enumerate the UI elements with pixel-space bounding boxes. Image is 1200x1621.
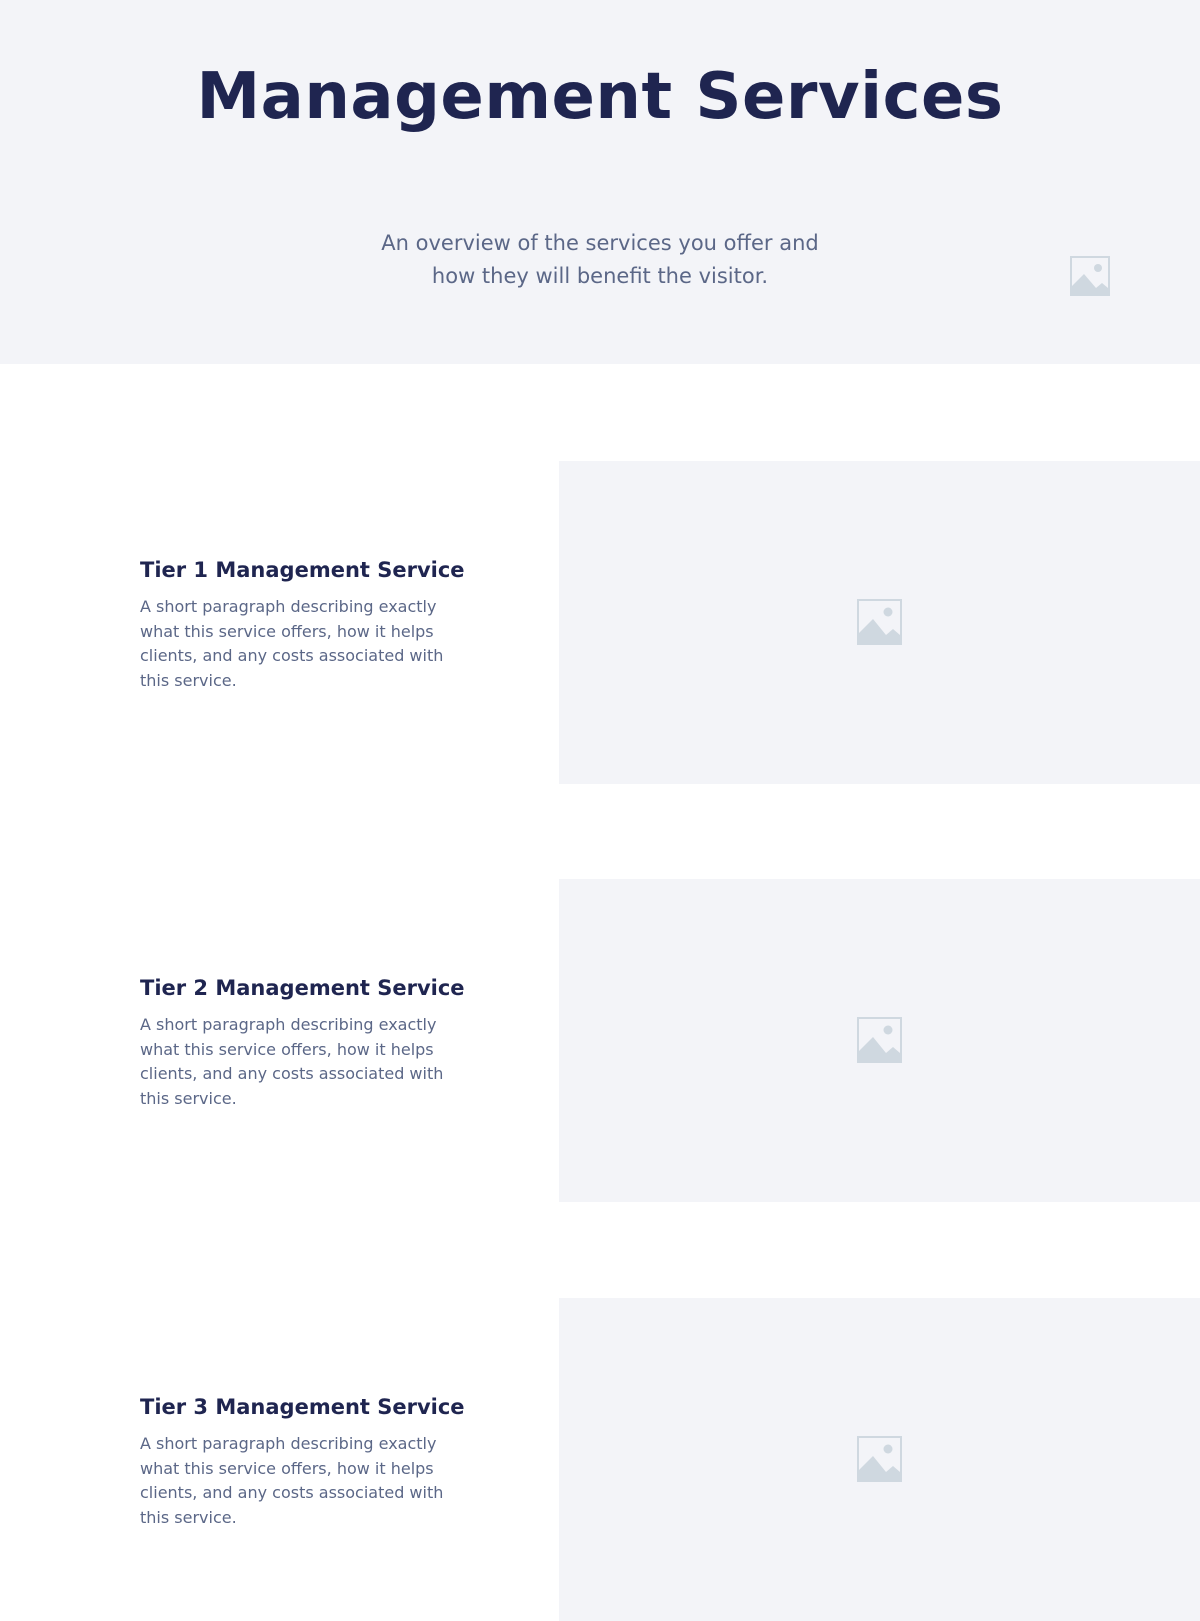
page-title: Management Services — [196, 60, 1004, 134]
service-description: A short paragraph describing exactly wha… — [140, 597, 444, 690]
service-tier-2: Tier 2 Management Service A short paragr… — [0, 879, 1200, 1202]
service-title: Tier 2 Management Service — [140, 976, 465, 1000]
service-text-block: Tier 2 Management Service A short paragr… — [140, 973, 470, 1111]
image-placeholder-icon — [857, 1436, 902, 1482]
image-placeholder-icon — [857, 1017, 902, 1063]
service-title: Tier 1 Management Service — [140, 558, 465, 582]
service-image — [559, 879, 1200, 1202]
service-text-block: Tier 3 Management Service A short paragr… — [140, 1392, 470, 1530]
service-image — [559, 1298, 1200, 1621]
service-tier-3: Tier 3 Management Service A short paragr… — [0, 1298, 1200, 1621]
service-text-block: Tier 1 Management Service A short paragr… — [140, 555, 470, 693]
service-title: Tier 3 Management Service — [140, 1395, 465, 1419]
service-tier-1: Tier 1 Management Service A short paragr… — [0, 461, 1200, 784]
service-description: A short paragraph describing exactly wha… — [140, 1434, 444, 1527]
hero-subtitle: An overview of the services you offer an… — [381, 231, 819, 288]
service-image — [559, 461, 1200, 784]
service-description: A short paragraph describing exactly wha… — [140, 1015, 444, 1108]
image-placeholder-icon — [1070, 256, 1110, 296]
hero-section: Management Services An overview of the s… — [0, 0, 1200, 364]
image-placeholder-icon — [857, 599, 902, 645]
